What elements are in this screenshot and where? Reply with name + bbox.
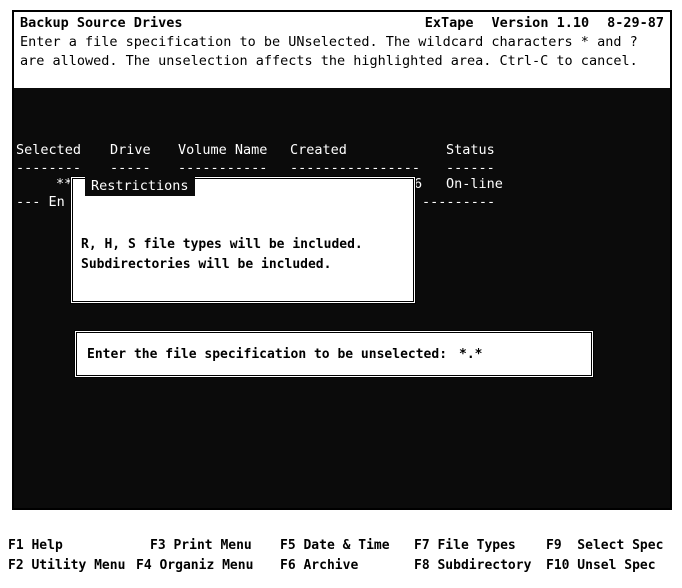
app-name: ExTape: [424, 15, 474, 31]
row2-dashes: ---------: [422, 194, 496, 210]
spec-prompt-label: Enter the file specification to be unsel…: [87, 346, 448, 362]
instruction-line-2: are allowed. The unselection affects the…: [20, 53, 638, 69]
restrictions-title: Restrictions: [85, 176, 195, 196]
row-status: On-line: [446, 176, 503, 192]
app-version: Version 1.10: [491, 15, 590, 31]
function-key-legend: F1 Help F3 Print Menu F5 Date & Time F7 …: [8, 536, 674, 576]
col-header-volume-name: Volume Name: [178, 142, 268, 158]
col-underline-volume-name: -----------: [178, 160, 268, 176]
fkey-f4-organiz-menu[interactable]: F4 Organiz Menu: [136, 556, 253, 576]
restriction-subdirectories: Subdirectories will be included.: [81, 257, 332, 272]
col-header-created: Created: [290, 142, 347, 158]
fkey-f5-date-time[interactable]: F5 Date & Time: [280, 536, 390, 556]
fkey-f1-help[interactable]: F1 Help: [8, 536, 63, 556]
spec-input[interactable]: *.*: [459, 347, 482, 362]
app-date: 8-29-87: [607, 15, 664, 31]
instruction-line-1: Enter a file specification to be UNselec…: [20, 34, 638, 50]
col-underline-status: ------: [446, 160, 495, 176]
col-underline-drive: -----: [110, 160, 151, 176]
restriction-file-types: R, H, S file types will be included.: [81, 237, 363, 252]
fkey-f8-subdirectory[interactable]: F8 Subdirectory: [414, 556, 531, 576]
fkey-f9-select-spec[interactable]: F9 Select Spec: [546, 536, 663, 556]
row2-prefix: --- En: [16, 194, 65, 210]
restrictions-dialog: Restrictions R, H, S file types will be …: [70, 176, 416, 304]
screen-title: Backup Source Drives: [20, 15, 183, 31]
fkey-f7-file-types[interactable]: F7 File Types: [414, 536, 516, 556]
col-header-status: Status: [446, 142, 495, 158]
title-bar: Backup Source Drives ExTape Version 1.10…: [14, 12, 670, 88]
fkey-f6-archive[interactable]: F6 Archive: [280, 556, 358, 576]
col-underline-selected: --------: [16, 160, 82, 176]
fkey-f2-utility-menu[interactable]: F2 Utility Menu: [8, 556, 125, 576]
fkey-f3-print-menu[interactable]: F3 Print Menu: [150, 536, 252, 556]
fkey-f10-unsel-spec[interactable]: F10 Unsel Spec: [546, 556, 656, 576]
col-header-drive: Drive: [110, 142, 151, 158]
col-header-selected: Selected: [16, 142, 82, 158]
col-underline-created: ----------------: [290, 160, 421, 176]
dos-screen: Backup Source Drives ExTape Version 1.10…: [12, 10, 672, 510]
unselect-spec-dialog: Enter the file specification to be unsel…: [74, 330, 594, 378]
